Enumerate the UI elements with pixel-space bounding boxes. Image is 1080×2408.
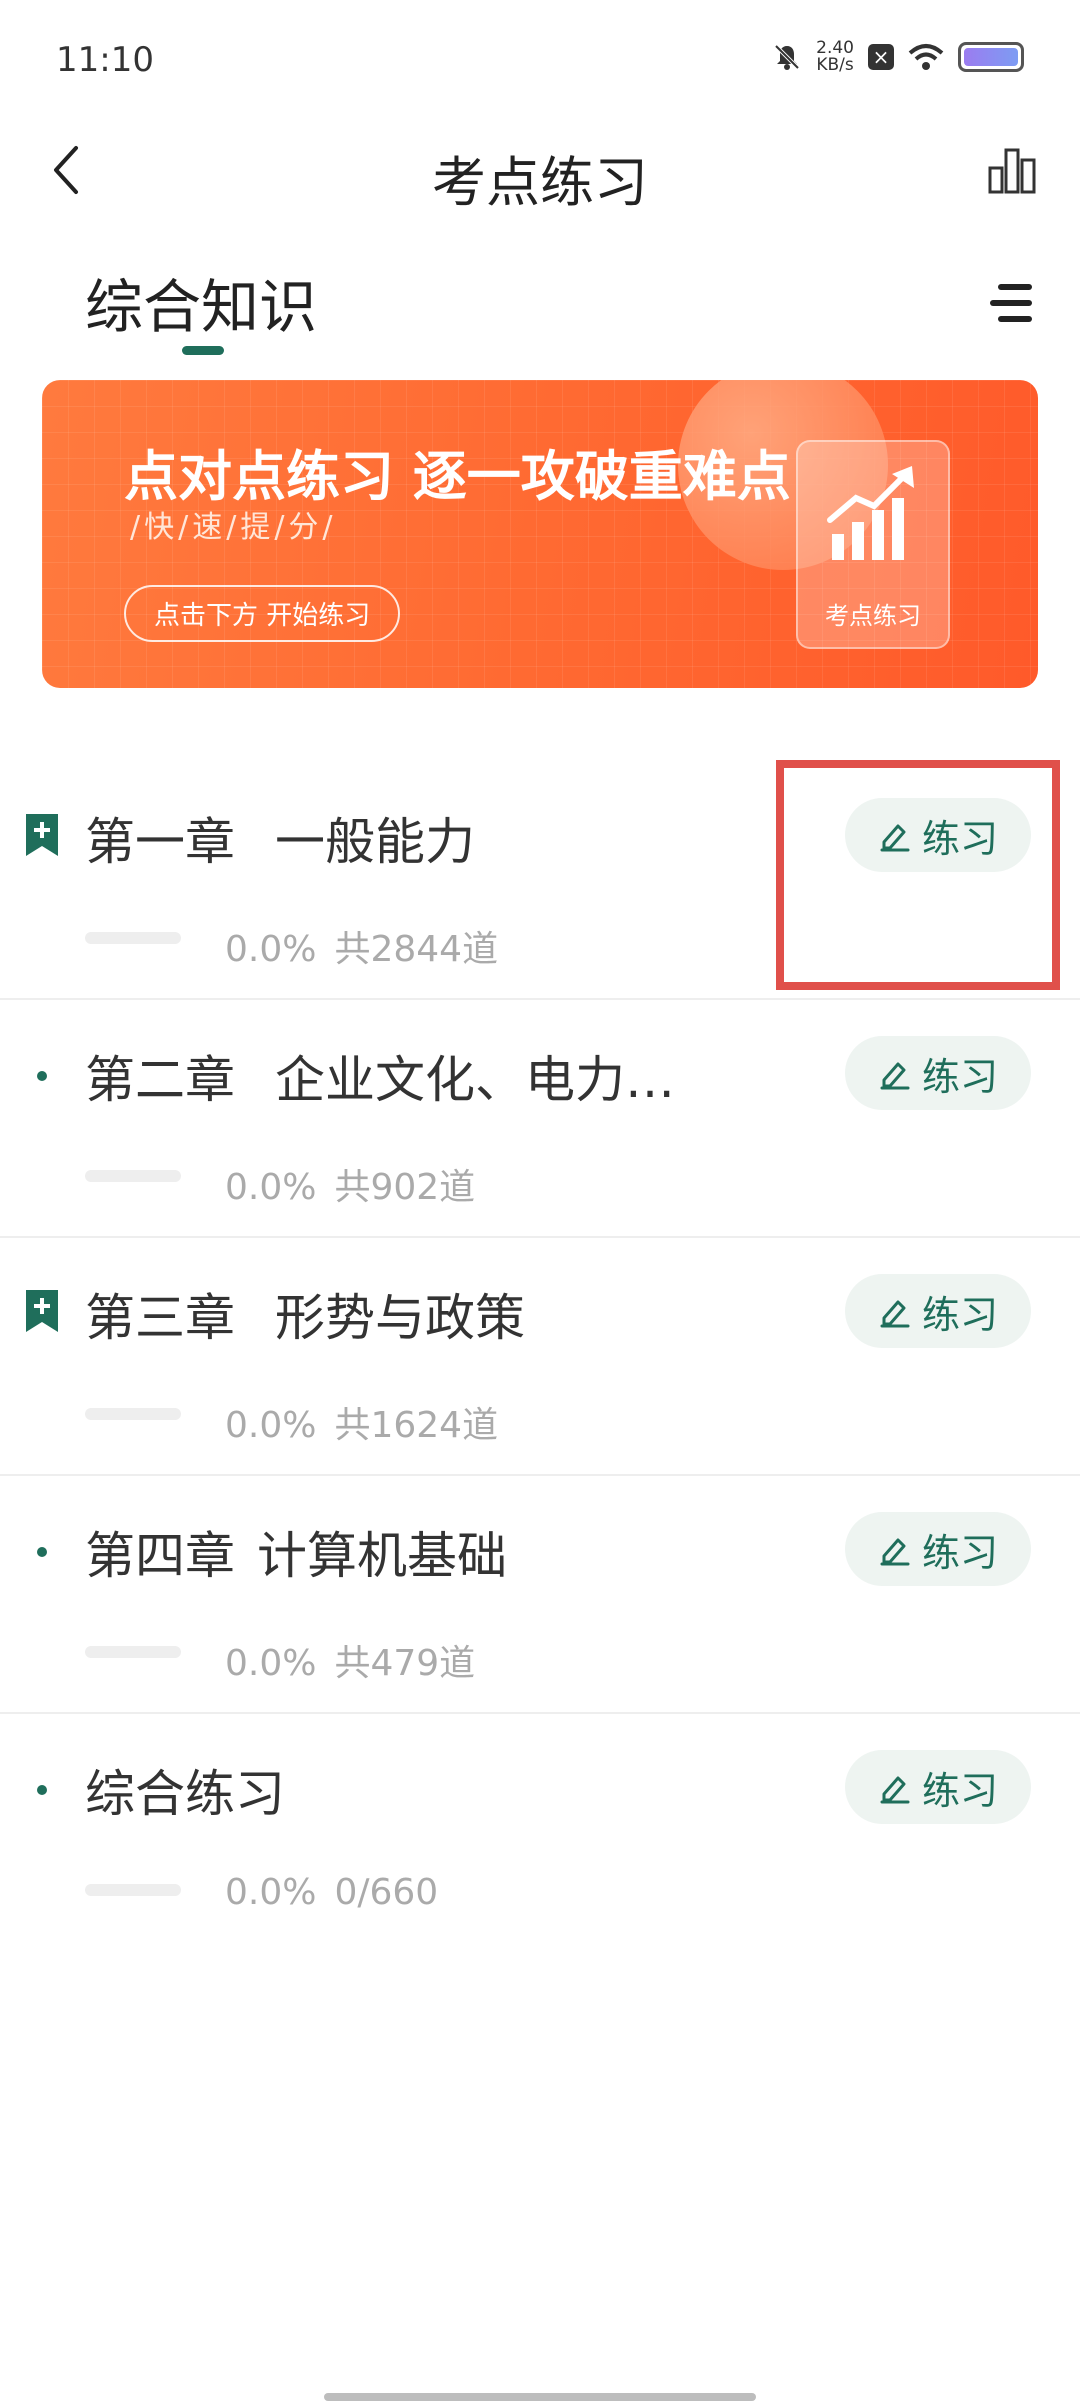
chapter-title: 第四章 计算机基础 — [85, 1516, 507, 1588]
bookmark-plus-icon[interactable] — [24, 1288, 60, 1334]
progress-percent: 0.0% — [225, 1405, 317, 1446]
progress-percent: 0.0% — [225, 929, 317, 970]
chapter-title: 第二章 企业文化、电力… — [85, 1040, 675, 1112]
tab-comprehensive[interactable]: 综合知识 — [85, 260, 317, 344]
practice-button[interactable]: 练习 — [845, 1036, 1031, 1110]
banner-card: 考点练习 — [796, 440, 950, 649]
bullet-dot-icon — [37, 1785, 47, 1795]
progress-bar — [85, 1408, 181, 1420]
wifi-icon — [908, 44, 944, 70]
practice-button[interactable]: 练习 — [845, 1512, 1031, 1586]
battery-icon — [958, 42, 1024, 72]
bullet-dot-icon — [37, 1547, 47, 1557]
chapter-name: 形势与政策 — [275, 1289, 525, 1347]
progress-text: 0.0% 共479道 — [225, 1634, 475, 1686]
practice-button-label: 练习 — [921, 1054, 998, 1099]
banner-subtitle: /快/速/提/分/ — [130, 510, 337, 545]
practice-button-label: 练习 — [921, 1530, 998, 1575]
chapter-title: 综合练习 — [85, 1754, 285, 1826]
progress-percent: 0.0% — [225, 1872, 317, 1913]
progress-bar — [85, 1646, 181, 1658]
chapter-name: 企业文化、电力… — [275, 1051, 675, 1109]
pen-icon — [880, 1776, 910, 1804]
page-title: 考点练习 — [432, 151, 648, 214]
chapter-title: 第三章 形势与政策 — [85, 1278, 525, 1350]
pen-icon — [880, 1538, 910, 1566]
pen-icon — [880, 1062, 910, 1090]
chapter-prefix: 第一章 — [85, 813, 235, 871]
progress-percent: 0.0% — [225, 1643, 317, 1684]
progress-text: 0.0% 共2844道 — [225, 920, 498, 972]
chapter-prefix: 第四章 — [85, 1527, 235, 1585]
question-count: 共902道 — [334, 1167, 476, 1208]
pen-icon — [880, 1300, 910, 1328]
banner-headline: 点对点练习 逐一攻破重难点 — [124, 445, 791, 508]
question-count: 共2844道 — [334, 929, 499, 970]
net-speed-unit: KB/s — [816, 55, 854, 75]
practice-button-label: 练习 — [921, 1292, 998, 1337]
home-indicator[interactable] — [324, 2393, 756, 2401]
chapter-row[interactable]: 第二章 企业文化、电力… 0.0% 共902道 练习 — [0, 998, 1080, 1238]
question-count: 共479道 — [334, 1643, 476, 1684]
bookmark-plus-icon[interactable] — [24, 812, 60, 858]
tab-row: 综合知识 — [0, 250, 1080, 370]
app-header: 考点练习 — [0, 120, 1080, 220]
status-bar: 11:10 2.40 KB/s × — [0, 0, 1080, 120]
progress-bar — [85, 1170, 181, 1182]
status-icons: 2.40 KB/s × — [772, 40, 1024, 74]
chapter-name: 综合练习 — [85, 1765, 285, 1823]
chapter-row[interactable]: 第三章 形势与政策 0.0% 共1624道 练习 — [0, 1236, 1080, 1476]
chapter-row[interactable]: 第四章 计算机基础 0.0% 共479道 练习 — [0, 1474, 1080, 1714]
menu-icon[interactable] — [984, 280, 1036, 326]
chapter-prefix: 第二章 — [85, 1051, 235, 1109]
growth-chart-icon — [827, 466, 914, 560]
progress-bar — [85, 1884, 181, 1896]
practice-button[interactable]: 练习 — [845, 1750, 1031, 1824]
bullet-dot-icon — [37, 1071, 47, 1081]
progress-bar — [85, 932, 181, 944]
chapter-row[interactable]: 综合练习 0.0% 0/660 练习 — [0, 1712, 1080, 1950]
progress-text: 0.0% 共1624道 — [225, 1396, 498, 1448]
practice-button[interactable]: 练习 — [845, 1274, 1031, 1348]
chapter-name: 计算机基础 — [257, 1527, 507, 1585]
question-count: 0/660 — [334, 1872, 439, 1913]
progress-percent: 0.0% — [225, 1167, 317, 1208]
progress-text: 0.0% 0/660 — [225, 1872, 438, 1913]
progress-text: 0.0% 共902道 — [225, 1158, 475, 1210]
chapter-prefix: 第三章 — [85, 1289, 235, 1347]
banner-cta: 点击下方 开始练习 — [124, 585, 401, 642]
chapter-name: 一般能力 — [275, 813, 475, 871]
promo-banner[interactable]: 点对点练习 逐一攻破重难点 /快/速/提/分/ 点击下方 开始练习 考点练习 — [42, 380, 1038, 688]
chapter-title: 第一章 一般能力 — [85, 802, 475, 874]
question-count: 共1624道 — [334, 1405, 499, 1446]
bar-chart-icon[interactable] — [984, 142, 1040, 198]
highlight-box — [776, 760, 1060, 990]
practice-button-label: 练习 — [921, 1768, 998, 1813]
banner-card-label: 考点练习 — [825, 602, 921, 630]
bell-off-icon — [774, 44, 800, 70]
tab-active-indicator — [182, 346, 224, 355]
status-time: 11:10 — [56, 40, 154, 80]
close-badge-icon: × — [868, 44, 894, 70]
net-speed: 2.40 KB/s — [816, 40, 854, 74]
